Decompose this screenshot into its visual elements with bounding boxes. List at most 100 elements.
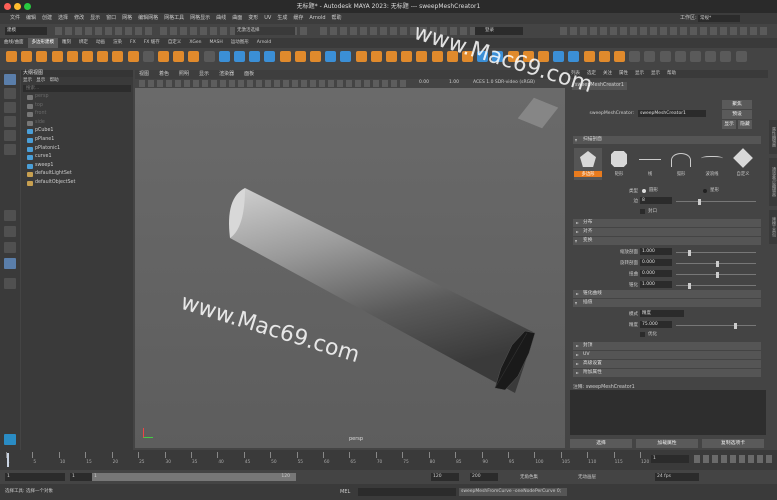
outliner-item[interactable]: sweep1: [21, 162, 133, 171]
shelf-tool-icon[interactable]: [401, 51, 413, 62]
shelf-tool-icon[interactable]: [36, 51, 48, 62]
type-star-radio[interactable]: [703, 189, 707, 193]
scale-slider[interactable]: [676, 249, 756, 256]
menu-item[interactable]: 变形: [248, 15, 258, 21]
section-sweep-profile[interactable]: 扫描剖面: [573, 136, 761, 144]
viewport-menu-item[interactable]: 渲染器: [219, 71, 234, 77]
shelf-tool-icon[interactable]: [6, 51, 17, 62]
menu-item[interactable]: 缓存: [293, 15, 303, 21]
shelf-tab[interactable]: MASH: [206, 38, 227, 48]
slider-handle[interactable]: [734, 322, 737, 329]
shelf-tool-icon[interactable]: [583, 51, 595, 62]
menu-item[interactable]: 网格: [122, 15, 132, 21]
shelf-tool-icon[interactable]: [370, 51, 382, 62]
type-circle-radio[interactable]: [642, 189, 646, 193]
shelf-tool-icon[interactable]: [249, 51, 261, 62]
section-alignment[interactable]: 对齐: [573, 228, 761, 236]
shelf-tab[interactable]: FX: [126, 38, 140, 48]
shelf-tool-icon[interactable]: [82, 51, 93, 62]
playback-end-field[interactable]: 120: [431, 473, 459, 481]
shelf-tool-icon[interactable]: [340, 51, 352, 62]
shelf-tool-icon[interactable]: [659, 51, 671, 62]
outliner-item[interactable]: top: [21, 102, 133, 111]
gamma-value[interactable]: 0.00: [419, 80, 429, 85]
outliner-item[interactable]: pPlatonic1: [21, 145, 133, 154]
menu-item[interactable]: 显示: [90, 15, 100, 21]
menu-item[interactable]: 曲面: [232, 15, 242, 21]
shelf-tab[interactable]: Arnold: [253, 38, 276, 48]
mode-select[interactable]: 建模: [5, 27, 47, 35]
slider-handle[interactable]: [698, 198, 701, 205]
workspace-select[interactable]: 常规*: [698, 15, 740, 22]
command-input[interactable]: [358, 488, 456, 496]
close-window-button[interactable]: [4, 3, 11, 10]
shelf-tool-icon[interactable]: [188, 51, 200, 62]
viewport-menu-item[interactable]: 面板: [244, 71, 254, 77]
shelf-tab[interactable]: 运动图形: [227, 38, 253, 48]
outliner-item[interactable]: pCube1: [21, 127, 133, 136]
twist-field[interactable]: 0.000: [640, 270, 672, 277]
shelf-tool-icon[interactable]: [294, 51, 306, 62]
attr-menu-item[interactable]: 帮助: [667, 71, 676, 76]
profile-option[interactable]: 多边形: [574, 148, 602, 180]
focus-button[interactable]: 聚焦: [722, 100, 752, 109]
shelf-tool-icon[interactable]: [97, 51, 109, 62]
shelf-tool-icon[interactable]: [553, 51, 565, 62]
menu-item[interactable]: Arnold: [309, 15, 325, 21]
start-frame-field[interactable]: 1: [5, 473, 65, 481]
viewport-menu-item[interactable]: 着色: [159, 71, 169, 77]
exposure-value[interactable]: 1.00: [449, 80, 459, 85]
attr-menu-item[interactable]: 显示: [651, 71, 660, 76]
shelf-tab-active[interactable]: 多边形建模: [27, 38, 59, 48]
section-interpolation[interactable]: 插值: [573, 299, 761, 307]
profile-option[interactable]: 弧形: [667, 148, 695, 180]
time-slider[interactable]: 1510152025303540455055606570758085909510…: [0, 450, 777, 470]
viewport-menu-item[interactable]: 照明: [179, 71, 189, 77]
menu-item[interactable]: 文件: [10, 15, 20, 21]
optimize-checkbox[interactable]: [640, 332, 645, 337]
outliner-item[interactable]: pPlane1: [21, 136, 133, 145]
outliner-item[interactable]: front: [21, 110, 133, 119]
lasso-tool-icon[interactable]: [4, 88, 16, 99]
scale-field[interactable]: 1.000: [640, 248, 672, 255]
shelf-tool-icon[interactable]: [203, 51, 215, 62]
status-field[interactable]: 无激活选择: [235, 27, 295, 35]
menu-item[interactable]: 修改: [74, 15, 84, 21]
shelf-tool-icon[interactable]: [568, 51, 580, 62]
attr-menu-item[interactable]: 属性: [619, 71, 628, 76]
status-icons[interactable]: [55, 27, 155, 35]
color-space[interactable]: ACES 1.0 SDR-video (sRGB): [473, 80, 535, 85]
shelf-tool-icon[interactable]: [720, 51, 732, 62]
outliner-item[interactable]: defaultLightSet: [21, 170, 133, 179]
shelf-tool-icon[interactable]: [644, 51, 656, 62]
shelf-tool-icon[interactable]: [21, 51, 33, 62]
3d-viewport[interactable]: [135, 88, 565, 448]
animation-layer[interactable]: 无动画层: [578, 474, 596, 480]
select-button[interactable]: 选择: [570, 439, 632, 448]
side-tab-modeling-toolkit[interactable]: 建模工具包: [769, 210, 777, 244]
mel-label[interactable]: MEL: [340, 484, 350, 500]
outliner-menu-item[interactable]: 显示: [23, 78, 32, 83]
select-tool-icon[interactable]: [4, 74, 16, 85]
section-extra-attributes[interactable]: 附加属性: [573, 369, 761, 377]
four-view-icon[interactable]: [4, 226, 16, 237]
slider-handle[interactable]: [688, 249, 691, 256]
shelf-tool-icon[interactable]: [674, 51, 686, 62]
render-icons[interactable]: [320, 27, 500, 35]
shelf-tool-icon[interactable]: [735, 51, 747, 62]
shelf-tab[interactable]: 曲线/曲面: [0, 38, 28, 48]
shelf-tool-icon[interactable]: [112, 51, 124, 62]
shelf-tool-icon[interactable]: [218, 51, 230, 62]
side-tab-attribute-editor[interactable]: 属性编辑器: [769, 120, 777, 154]
menu-item[interactable]: 创建: [42, 15, 52, 21]
mode-select[interactable]: 精度: [640, 310, 684, 317]
twist-slider[interactable]: [676, 271, 756, 278]
shelf-tool-icon[interactable]: [158, 51, 169, 62]
side-tab-channel-box[interactable]: 通道盒/层编辑器: [769, 158, 777, 206]
section-taper-curve[interactable]: 锥化曲线: [573, 290, 761, 298]
menu-item[interactable]: 选择: [58, 15, 68, 21]
menu-item[interactable]: 曲线: [216, 15, 226, 21]
shelf-tool-icon[interactable]: [234, 51, 245, 62]
shelf-tool-icon[interactable]: [310, 51, 321, 62]
menu-item[interactable]: 编辑: [26, 15, 36, 21]
